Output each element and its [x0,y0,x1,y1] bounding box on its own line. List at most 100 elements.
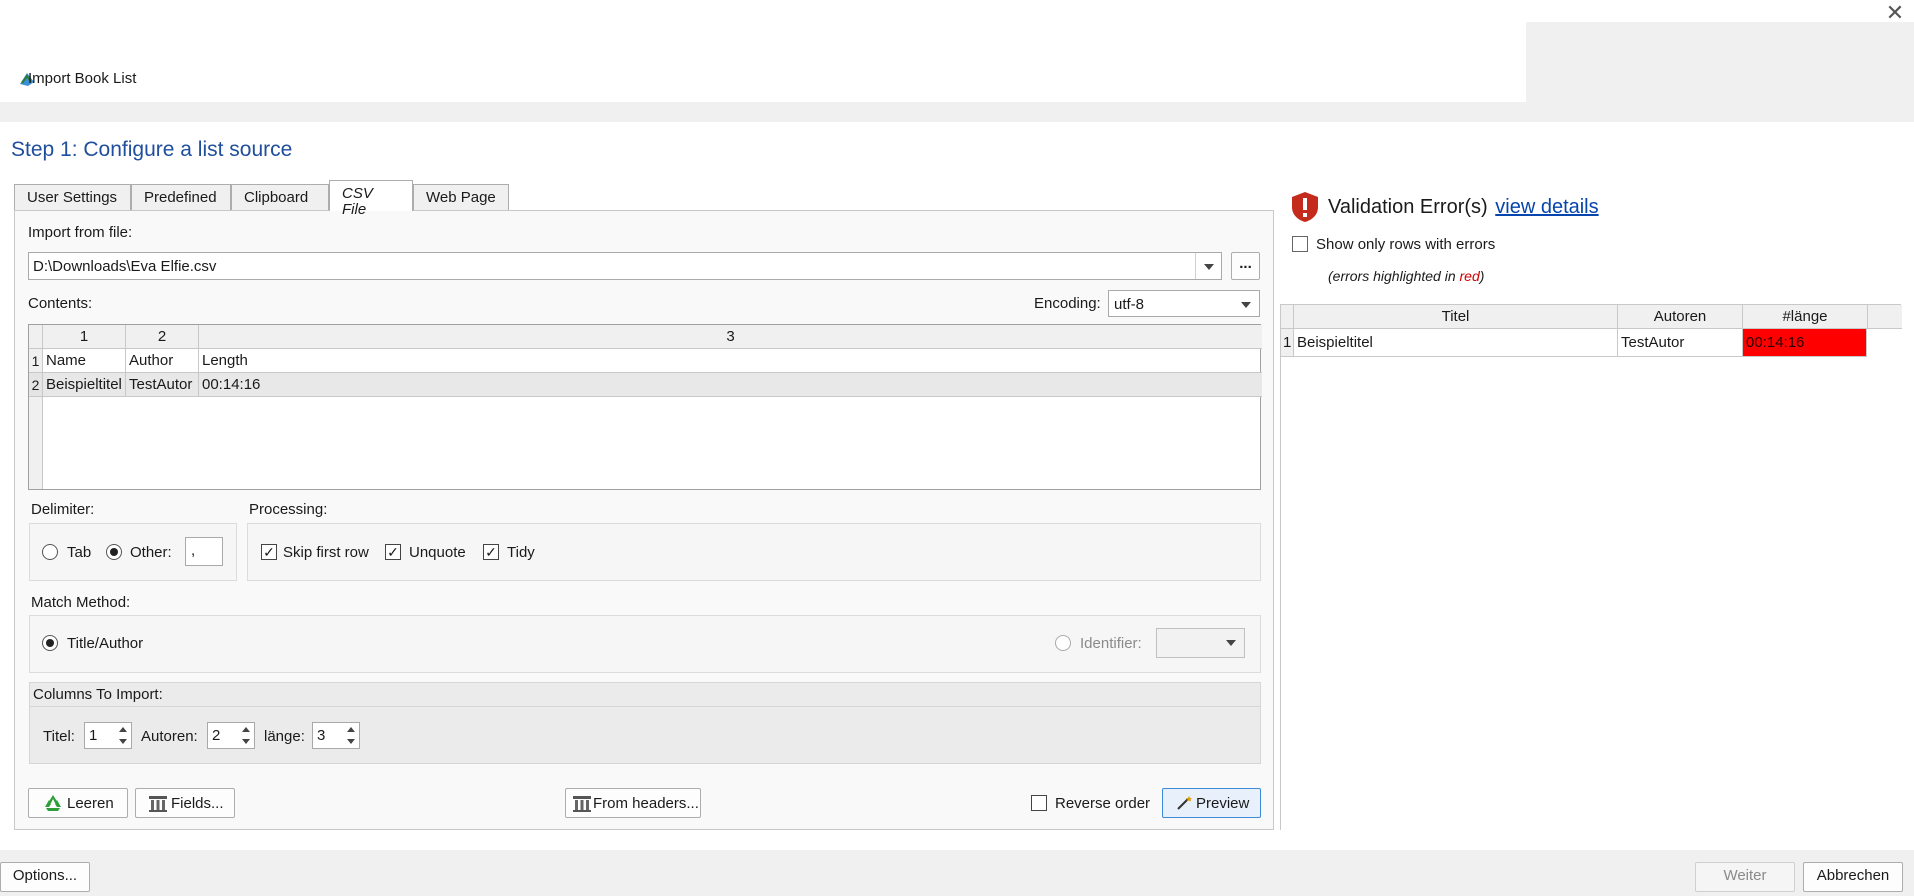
show-only-errors-label[interactable]: Show only rows with errors [1316,236,1495,253]
fields-button-label: Fields... [171,795,224,812]
autoren-column-stepper[interactable]: 2 [207,722,255,749]
delimiter-tab-label[interactable]: Tab [67,544,91,561]
from-headers-button[interactable]: From headers... [565,788,701,818]
reverse-order-label[interactable]: Reverse order [1055,795,1150,812]
grid-cell[interactable]: Beispieltitel [43,373,126,397]
chevron-down-icon[interactable] [1233,291,1259,316]
stepper-down-icon[interactable] [116,736,130,749]
contents-label: Contents: [28,295,93,312]
laenge-column-stepper[interactable]: 3 [312,722,360,749]
validation-error-cell[interactable]: 00:14:16 [1743,329,1867,357]
identifier-select[interactable] [1156,628,1245,658]
delimiter-other-label[interactable]: Other: [130,544,172,561]
tab-web-page[interactable]: Web Page [413,184,509,210]
tab-predefined[interactable]: Predefined [131,184,231,210]
stepper-up-icon[interactable] [239,723,253,736]
tab-csv-file[interactable]: CSV File [329,180,413,218]
errors-hint-suffix: ) [1479,268,1485,284]
tab-user-settings[interactable]: User Settings [14,184,131,210]
skip-first-row-checkbox[interactable]: ✓ [261,544,277,560]
columns-icon [573,796,591,816]
validation-grid[interactable]: Titel Autoren #länge 1 Beispieltitel Tes… [1280,304,1902,830]
unquote-checkbox[interactable]: ✓ [385,544,401,560]
laenge-column-value: 3 [317,727,326,744]
grid-cell[interactable]: Name [43,349,126,373]
unquote-label[interactable]: Unquote [409,544,466,561]
browse-button[interactable]: ... [1231,252,1260,280]
grid-cell[interactable]: Author [126,349,199,373]
tidy-checkbox[interactable]: ✓ [483,544,499,560]
grid-col-header[interactable]: 3 [199,325,1262,349]
import-file-combo[interactable]: D:\Downloads\Eva Elfie.csv [28,252,1222,280]
grid-cell[interactable]: Length [199,349,1262,373]
step-title: Step 1: Configure a list source [11,138,293,161]
columns-to-import-header [30,683,1260,707]
grid-corner [1281,305,1294,329]
stepper-down-icon[interactable] [344,736,358,749]
next-button[interactable]: Weiter [1695,862,1795,892]
fields-button[interactable]: Fields... [135,788,235,818]
validation-title: Validation Error(s) view details [1328,196,1599,219]
grid-row-gutter [29,397,43,489]
delimiter-other-input[interactable]: , [185,537,223,566]
delimiter-tab-radio[interactable] [42,544,58,560]
columns-icon [149,796,167,816]
autoren-column-value: 2 [212,727,221,744]
grid-cell[interactable]: TestAutor [126,373,199,397]
stepper-up-icon[interactable] [344,723,358,736]
reverse-order-checkbox[interactable] [1031,795,1047,811]
chevron-down-icon[interactable] [1195,253,1221,279]
from-headers-button-label: From headers... [593,795,699,812]
titel-column-value: 1 [89,727,98,744]
skip-first-row-label[interactable]: Skip first row [283,544,369,561]
title-author-radio[interactable] [42,635,58,651]
encoding-select[interactable]: utf-8 [1108,290,1260,317]
errors-hint-red: red [1459,268,1480,284]
columns-to-import-label: Columns To Import: [33,686,163,703]
clear-button[interactable]: Leeren [28,788,128,818]
shield-error-icon [1292,192,1318,226]
window-title: Import Book List [28,70,137,87]
delimiter-label: Delimiter: [31,501,95,518]
validation-cell[interactable]: Beispieltitel [1294,329,1618,357]
validation-col-header[interactable]: Titel [1294,305,1618,329]
encoding-value: utf-8 [1114,296,1145,313]
validation-col-header[interactable]: Autoren [1618,305,1743,329]
dialog-footer [0,850,1914,896]
show-only-errors-checkbox[interactable] [1292,236,1308,252]
encoding-label: Encoding: [1034,295,1101,312]
match-method-label: Match Method: [31,594,131,611]
grid-header-filler [1868,305,1902,329]
titel-column-stepper[interactable]: 1 [84,722,132,749]
errors-hint: (errors highlighted in red) [1328,268,1484,284]
identifier-label: Identifier: [1080,635,1142,652]
cancel-button[interactable]: Abbrechen [1803,862,1903,892]
identifier-radio[interactable] [1055,635,1071,651]
tab-clipboard[interactable]: Clipboard [231,184,329,210]
stepper-up-icon[interactable] [116,723,130,736]
contents-grid[interactable]: 1 2 3 1 Name Author Length 2 Beispieltit… [28,324,1262,490]
autoren-column-label: Autoren: [141,728,198,745]
preview-button[interactable]: Preview [1162,788,1261,818]
validation-title-text: Validation Error(s) [1328,196,1488,218]
title-bar-strip [0,102,1914,122]
errors-hint-prefix: (errors highlighted in [1328,268,1460,284]
options-button[interactable]: Options... [0,862,90,892]
view-details-link[interactable]: view details [1495,196,1598,218]
import-file-path: D:\Downloads\Eva Elfie.csv [33,258,217,275]
chevron-down-icon[interactable] [1218,629,1244,657]
close-icon[interactable]: ✕ [1880,0,1910,26]
grid-cell[interactable]: 00:14:16 [199,373,1262,397]
validation-col-header[interactable]: #länge [1743,305,1868,329]
delimiter-other-radio[interactable] [106,544,122,560]
grid-col-header[interactable]: 2 [126,325,199,349]
tidy-label[interactable]: Tidy [507,544,535,561]
title-author-label[interactable]: Title/Author [67,635,143,652]
grid-col-header[interactable]: 1 [43,325,126,349]
grid-row-number: 2 [29,373,43,397]
grid-row-number: 1 [29,349,43,373]
wand-icon [1176,795,1192,815]
stepper-down-icon[interactable] [239,736,253,749]
grid-row-number: 1 [1281,329,1294,357]
validation-cell[interactable]: TestAutor [1618,329,1743,357]
